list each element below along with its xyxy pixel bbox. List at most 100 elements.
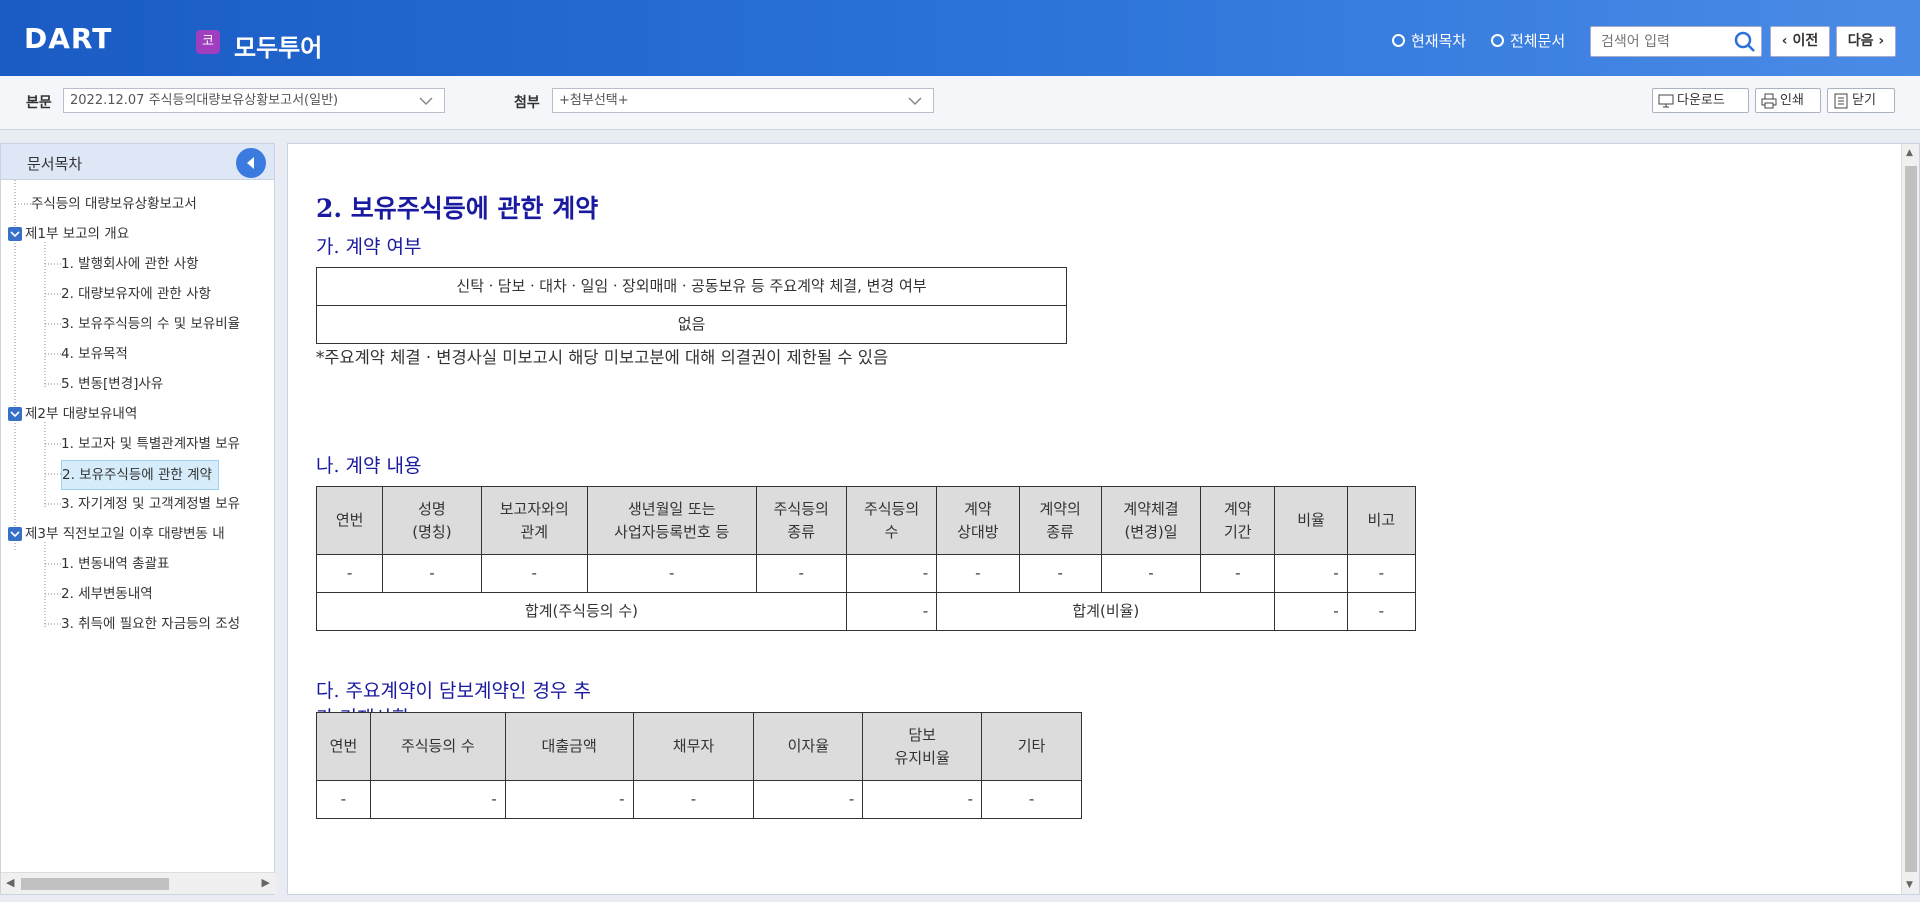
table-cell: - bbox=[845, 554, 938, 593]
table-cell: - bbox=[480, 554, 588, 593]
main-doc-select[interactable]: 2022.12.07 주식등의대량보유상황보고서(일반) bbox=[63, 88, 445, 113]
table-header-cell: 계약의 종류 bbox=[1018, 486, 1102, 555]
table-cell: - bbox=[936, 554, 1020, 593]
collateral-details-table: 연번 주식등의 수 대출금액 채무자 이자율 담보 유지비율 기타 - - - … bbox=[316, 712, 1082, 819]
document-content: 2. 보유주식등에 관한 계약 가. 계약 여부 신탁ㆍ담보ㆍ대차ㆍ일임ㆍ장외매… bbox=[315, 189, 1417, 819]
radio-current-toc[interactable]: 현재목차 bbox=[1392, 30, 1466, 51]
table-header-cell: 기타 bbox=[981, 712, 1082, 781]
section-b-heading: 나. 계약 내용 bbox=[316, 455, 422, 477]
company-badge: 코 bbox=[196, 30, 220, 54]
horizontal-scrollbar[interactable]: ◀ ▶ bbox=[1, 872, 276, 894]
table-header-row: 연번 성명 (명칭) 보고자와의 관계 생년월일 또는 사업자등록번호 등 주식… bbox=[315, 486, 1417, 555]
total-shares-value: - bbox=[845, 592, 938, 631]
table-total-row: 합계(주식등의 수) - 합계(비율) - - bbox=[316, 592, 1417, 631]
table-header-cell: 대출금액 bbox=[504, 712, 634, 781]
dart-logo[interactable]: DART bbox=[24, 22, 112, 55]
close-button[interactable]: 닫기 bbox=[1827, 88, 1895, 113]
toc-item-part3-1[interactable]: 1. 변동내역 총괄표 bbox=[61, 550, 169, 580]
toc-item-part2-1[interactable]: 1. 보고자 및 특별관계자별 보유 bbox=[61, 430, 240, 460]
toc-item-part1-1[interactable]: 1. 발행회사에 관한 사항 bbox=[61, 250, 199, 280]
toc-tree: 주식등의 대량보유상황보고서 제1부 보고의 개요 1. 발행회사에 관한 사항… bbox=[1, 180, 274, 860]
document-toolbar: 본문 2022.12.07 주식등의대량보유상황보고서(일반) 첨부 +첨부선택… bbox=[0, 76, 1920, 130]
next-button[interactable]: 다음 › bbox=[1836, 26, 1896, 57]
chevron-down-icon bbox=[418, 93, 434, 116]
toc-item-part1-4[interactable]: 4. 보유목적 bbox=[61, 340, 128, 370]
prev-button[interactable]: ‹ 이전 bbox=[1770, 26, 1830, 57]
scroll-down-icon[interactable]: ▼ bbox=[1906, 880, 1913, 890]
prev-label: 이전 bbox=[1792, 33, 1819, 49]
warning-note: *주요계약 체결 · 변경사실 미보고시 해당 미보고분에 대해 의결권이 제한… bbox=[316, 348, 889, 367]
table-cell: - bbox=[755, 554, 847, 593]
toc-item-part1[interactable]: 제1부 보고의 개요 bbox=[25, 220, 129, 250]
table-row: - - - - - - - bbox=[316, 780, 1082, 819]
toc-item-part1-3[interactable]: 3. 보유주식등의 수 및 보유비율 bbox=[61, 310, 240, 340]
document-icon bbox=[1833, 93, 1849, 117]
table-header-cell: 계약 상대방 bbox=[936, 486, 1020, 555]
table-cell: 없음 bbox=[316, 305, 1067, 344]
table-cell: - bbox=[753, 780, 864, 819]
table-cell: - bbox=[382, 554, 482, 593]
search-icon[interactable] bbox=[1733, 30, 1757, 58]
table-row: - - - - - - - - - - - - bbox=[315, 554, 1417, 593]
toc-item-part2[interactable]: 제2부 대량보유내역 bbox=[25, 400, 137, 430]
toc-item-part1-2[interactable]: 2. 대량보유자에 관한 사항 bbox=[61, 280, 211, 310]
total-note: - bbox=[1346, 592, 1417, 631]
table-cell: - bbox=[586, 554, 757, 593]
table-cell: - bbox=[1018, 554, 1102, 593]
radio-current-label: 현재목차 bbox=[1411, 32, 1467, 50]
download-label: 다운로드 bbox=[1677, 93, 1725, 108]
search-field bbox=[1590, 26, 1762, 57]
table-header-cell: 주식등의 수 bbox=[369, 712, 506, 781]
toc-item-part3-2[interactable]: 2. 세부변동내역 bbox=[61, 580, 153, 610]
radio-all-label: 전체문서 bbox=[1510, 32, 1566, 50]
print-label: 인쇄 bbox=[1780, 93, 1804, 108]
table-header-row: 연번 주식등의 수 대출금액 채무자 이자율 담보 유지비율 기타 bbox=[316, 712, 1082, 781]
collapse-sidebar-button[interactable] bbox=[236, 148, 266, 178]
table-header-cell: 계약체결 (변경)일 bbox=[1100, 486, 1202, 555]
table-cell: - bbox=[369, 780, 506, 819]
toc-item-part2-2[interactable]: 2. 보유주식등에 관한 계약 bbox=[61, 460, 219, 490]
table-cell: - bbox=[632, 780, 755, 819]
table-cell: - bbox=[315, 554, 384, 593]
table-header-cell: 생년월일 또는 사업자등록번호 등 bbox=[586, 486, 757, 555]
total-ratio-label: 합계(비율) bbox=[936, 592, 1276, 631]
table-header-cell: 연번 bbox=[316, 712, 371, 781]
toc-item-part2-3[interactable]: 3. 자기계정 및 고객계정별 보유 bbox=[61, 490, 240, 520]
collapse-toggle-icon[interactable] bbox=[8, 527, 22, 541]
vertical-scrollbar[interactable]: ▲ ▼ bbox=[1901, 144, 1919, 894]
search-input[interactable] bbox=[1591, 27, 1731, 56]
table-header-cell: 주식등의 수 bbox=[845, 486, 938, 555]
download-button[interactable]: 다운로드 bbox=[1652, 88, 1749, 113]
table-header-cell: 채무자 bbox=[632, 712, 755, 781]
radio-icon bbox=[1491, 34, 1504, 47]
toc-item-part3[interactable]: 제3부 직전보고일 이후 대량변동 내 bbox=[25, 520, 225, 550]
scroll-right-icon[interactable]: ▶ bbox=[262, 876, 270, 889]
attach-select[interactable]: +첨부선택+ bbox=[552, 88, 934, 113]
toc-header: 문서목차 bbox=[1, 144, 274, 180]
next-label: 다음 bbox=[1847, 33, 1874, 49]
table-header-cell: 주식등의 종류 bbox=[755, 486, 847, 555]
chevron-left-icon: ‹ bbox=[1781, 33, 1788, 49]
scrollbar-thumb[interactable] bbox=[21, 878, 169, 890]
scrollbar-thumb[interactable] bbox=[1905, 166, 1917, 872]
collapse-toggle-icon[interactable] bbox=[8, 407, 22, 421]
radio-all-docs[interactable]: 전체문서 bbox=[1491, 30, 1565, 51]
toc-item-report[interactable]: 주식등의 대량보유상황보고서 bbox=[31, 190, 197, 220]
table-cell: - bbox=[1100, 554, 1202, 593]
printer-icon bbox=[1761, 93, 1777, 117]
scroll-up-icon[interactable]: ▲ bbox=[1906, 148, 1913, 158]
close-label: 닫기 bbox=[1852, 93, 1876, 108]
collapse-toggle-icon[interactable] bbox=[8, 227, 22, 241]
scroll-left-icon[interactable]: ◀ bbox=[6, 876, 14, 889]
toc-item-part1-5[interactable]: 5. 변동[변경]사유 bbox=[61, 370, 163, 400]
total-shares-label: 합계(주식등의 수) bbox=[316, 592, 847, 631]
print-button[interactable]: 인쇄 bbox=[1755, 88, 1821, 113]
toc-item-part3-3[interactable]: 3. 취득에 필요한 자금등의 조성 bbox=[61, 610, 240, 640]
total-ratio-value: - bbox=[1274, 592, 1348, 631]
table-header-cell: 계약 기간 bbox=[1200, 486, 1276, 555]
contract-details-table: 연번 성명 (명칭) 보고자와의 관계 생년월일 또는 사업자등록번호 등 주식… bbox=[315, 486, 1417, 631]
table-header-cell: 보고자와의 관계 bbox=[480, 486, 588, 555]
table-cell: - bbox=[504, 780, 634, 819]
main-doc-label: 본문 bbox=[26, 95, 52, 111]
table-header-cell: 비율 bbox=[1274, 486, 1348, 555]
